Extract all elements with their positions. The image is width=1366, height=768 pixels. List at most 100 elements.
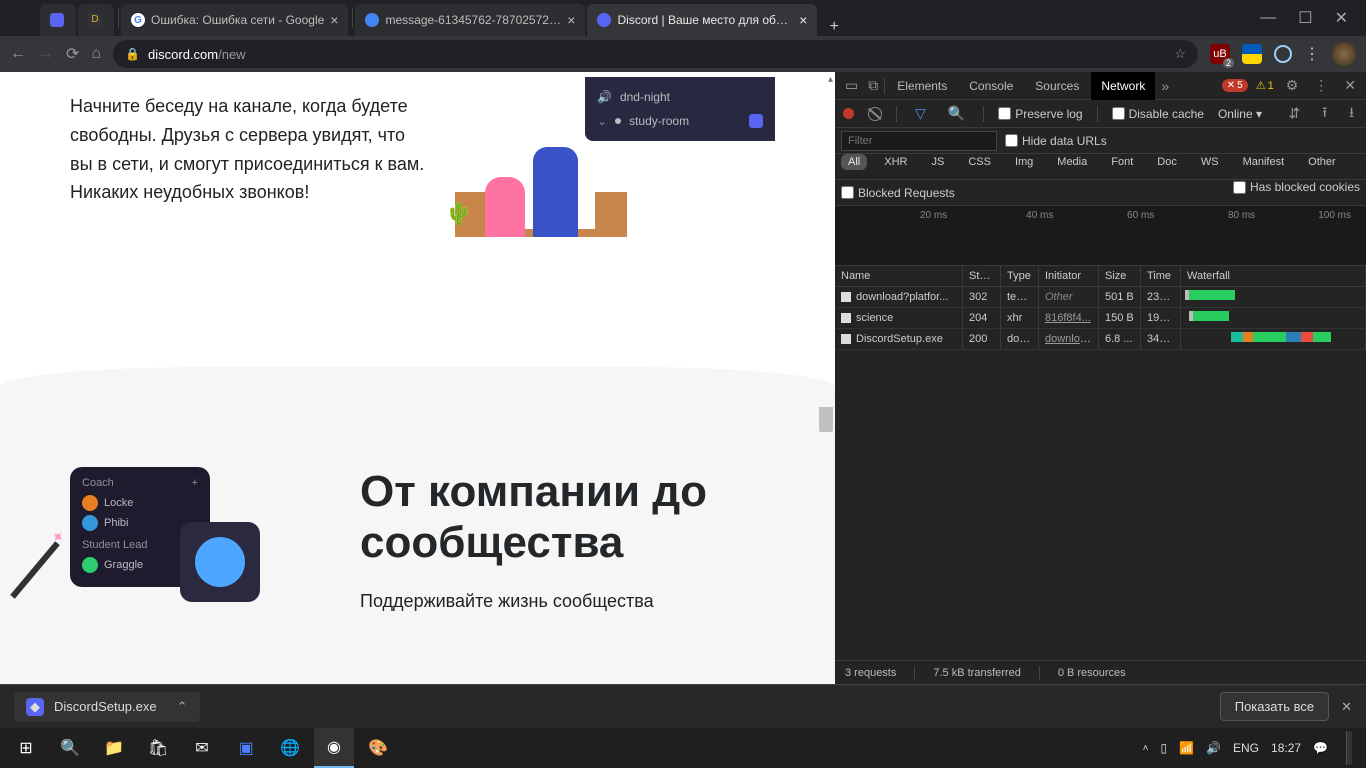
- preserve-log-checkbox[interactable]: Preserve log: [998, 107, 1082, 121]
- filter-input[interactable]: [841, 131, 997, 151]
- start-button[interactable]: ⊞: [6, 728, 46, 768]
- column-header[interactable]: Type: [1001, 266, 1039, 286]
- type-filter[interactable]: Other: [1301, 154, 1343, 170]
- device-toggle-icon[interactable]: ⧉: [864, 77, 882, 94]
- browser-tab[interactable]: [40, 4, 76, 36]
- column-header[interactable]: Stat...: [963, 266, 1001, 286]
- close-icon[interactable]: ×: [799, 12, 807, 28]
- blocked-requests-checkbox[interactable]: Blocked Requests: [841, 186, 955, 200]
- upload-icon[interactable]: ⭱: [1318, 102, 1331, 126]
- close-icon[interactable]: ×: [567, 12, 575, 28]
- maximize-icon[interactable]: ☐: [1298, 8, 1312, 28]
- type-filter[interactable]: WS: [1194, 154, 1226, 170]
- notification-icon[interactable]: 💬: [1313, 741, 1328, 755]
- windows-taskbar: ⊞ 🔍 📁 🛍 ✉ ▣ 🌐 ◉ 🎨 ˄ ▯ 📶 🔊 ENG 18:27 💬: [0, 728, 1366, 768]
- battery-icon[interactable]: ▯: [1160, 741, 1167, 755]
- forward-icon[interactable]: →: [38, 45, 54, 63]
- gear-icon[interactable]: ⚙: [1282, 77, 1303, 94]
- download-shelf: ◆ DiscordSetup.exe ⌃ Показать все ✕: [0, 684, 1366, 728]
- show-desktop-button[interactable]: [1346, 731, 1352, 765]
- browser-tab[interactable]: message-61345762-7870257293×: [355, 4, 585, 36]
- close-icon[interactable]: ×: [330, 12, 338, 28]
- column-header[interactable]: Size: [1099, 266, 1141, 286]
- browser-tab[interactable]: GОшибка: Ошибка сети - Google×: [121, 4, 348, 36]
- column-header[interactable]: Waterfall: [1181, 266, 1366, 286]
- back-icon[interactable]: ←: [10, 45, 26, 63]
- devtools-tab-network[interactable]: Network: [1091, 72, 1155, 100]
- search-button[interactable]: 🔍: [50, 728, 90, 768]
- browser-tab-strip: D GОшибка: Ошибка сети - Google× message…: [0, 0, 1366, 36]
- kebab-icon[interactable]: ⋮: [1310, 77, 1332, 94]
- edge-icon[interactable]: 🌐: [270, 728, 310, 768]
- plus-icon: +: [192, 477, 198, 489]
- chevron-up-icon[interactable]: ⌃: [177, 699, 188, 715]
- type-filter[interactable]: Img: [1008, 154, 1040, 170]
- app-icon[interactable]: ▣: [226, 728, 266, 768]
- hide-data-urls-checkbox[interactable]: Hide data URLs: [1005, 134, 1107, 148]
- reload-icon[interactable]: ⟳: [66, 44, 79, 64]
- close-devtools-icon[interactable]: ✕: [1340, 77, 1360, 94]
- clear-button[interactable]: [868, 107, 882, 121]
- disable-cache-checkbox[interactable]: Disable cache: [1112, 107, 1204, 121]
- devtools-status-bar: 3 requests 7.5 kB transferred 0 B resour…: [835, 660, 1366, 684]
- download-icon[interactable]: ⭳: [1345, 102, 1358, 126]
- devtools-tab-console[interactable]: Console: [959, 72, 1023, 100]
- close-window-icon[interactable]: ✕: [1335, 8, 1348, 28]
- type-filter[interactable]: CSS: [961, 154, 998, 170]
- error-badge[interactable]: ✕ 5: [1222, 79, 1248, 92]
- clock[interactable]: 18:27: [1271, 741, 1301, 755]
- home-icon[interactable]: ⌂: [91, 45, 101, 63]
- devtools-tab-elements[interactable]: Elements: [887, 72, 957, 100]
- inspect-icon[interactable]: ▭: [841, 77, 862, 94]
- type-filter[interactable]: Media: [1050, 154, 1094, 170]
- system-tray: ˄ ▯ 📶 🔊 ENG 18:27 💬: [1143, 731, 1360, 765]
- page-content: ▴ Начните беседу на канале, когда будете…: [0, 72, 835, 684]
- throttle-select[interactable]: Online ▾: [1218, 107, 1262, 121]
- paint-icon[interactable]: 🎨: [358, 728, 398, 768]
- file-explorer-icon[interactable]: 📁: [94, 728, 134, 768]
- mail-icon[interactable]: ✉: [182, 728, 222, 768]
- store-icon[interactable]: 🛍: [138, 728, 178, 768]
- network-request-row[interactable]: science204xhr816f8f4...150 B195...: [835, 308, 1366, 329]
- browser-tab[interactable]: D: [78, 4, 114, 36]
- ublock-extension-icon[interactable]: uB2: [1210, 44, 1230, 64]
- close-shelf-icon[interactable]: ✕: [1341, 699, 1352, 715]
- type-filter[interactable]: Manifest: [1236, 154, 1292, 170]
- search-icon[interactable]: 🔍: [944, 105, 969, 122]
- new-tab-button[interactable]: +: [823, 18, 844, 36]
- show-all-downloads-button[interactable]: Показать все: [1220, 692, 1329, 721]
- volume-icon[interactable]: 🔊: [1206, 741, 1221, 755]
- wifi-icon[interactable]: 📶: [1179, 741, 1194, 755]
- warning-badge[interactable]: ⚠ 1: [1256, 79, 1274, 92]
- network-timeline[interactable]: 20 ms 40 ms 60 ms 80 ms 100 ms: [835, 206, 1366, 266]
- language-indicator[interactable]: ENG: [1233, 741, 1259, 755]
- minimize-icon[interactable]: —: [1260, 9, 1276, 27]
- type-filter[interactable]: Font: [1104, 154, 1140, 170]
- devtools-tab-sources[interactable]: Sources: [1025, 72, 1089, 100]
- menu-icon[interactable]: ⋮: [1304, 44, 1320, 64]
- wifi-icon[interactable]: ⇵: [1284, 105, 1304, 122]
- tab-favicon: [50, 13, 64, 27]
- profile-avatar[interactable]: [1332, 42, 1356, 66]
- globe-extension-icon[interactable]: [1274, 45, 1292, 63]
- type-filter[interactable]: JS: [924, 154, 951, 170]
- column-header[interactable]: Time: [1141, 266, 1181, 286]
- type-filter[interactable]: Doc: [1150, 154, 1184, 170]
- record-button[interactable]: [843, 108, 854, 119]
- browser-tab-active[interactable]: Discord | Ваше место для общен×: [587, 4, 817, 36]
- column-header[interactable]: Name: [835, 266, 963, 286]
- tray-expand-icon[interactable]: ˄: [1143, 743, 1149, 754]
- type-filter[interactable]: XHR: [877, 154, 914, 170]
- filter-icon[interactable]: ▽: [911, 105, 930, 122]
- bookmark-icon[interactable]: ☆: [1174, 46, 1186, 62]
- flag-extension-icon[interactable]: [1242, 44, 1262, 64]
- network-request-row[interactable]: download?platfor...302text...Other501 B2…: [835, 287, 1366, 308]
- download-item[interactable]: ◆ DiscordSetup.exe ⌃: [14, 692, 200, 722]
- chrome-icon[interactable]: ◉: [314, 728, 354, 768]
- column-header[interactable]: Initiator: [1039, 266, 1099, 286]
- address-bar[interactable]: 🔒 discord.com/new ☆: [113, 40, 1198, 68]
- request-type-filters: All XHR JS CSS Img Media Font Doc WS Man…: [835, 154, 1366, 180]
- more-tabs-icon[interactable]: »: [1157, 78, 1173, 94]
- network-request-row[interactable]: DiscordSetup.exe200doc...download6.8 ...…: [835, 329, 1366, 350]
- type-filter-all[interactable]: All: [841, 154, 867, 170]
